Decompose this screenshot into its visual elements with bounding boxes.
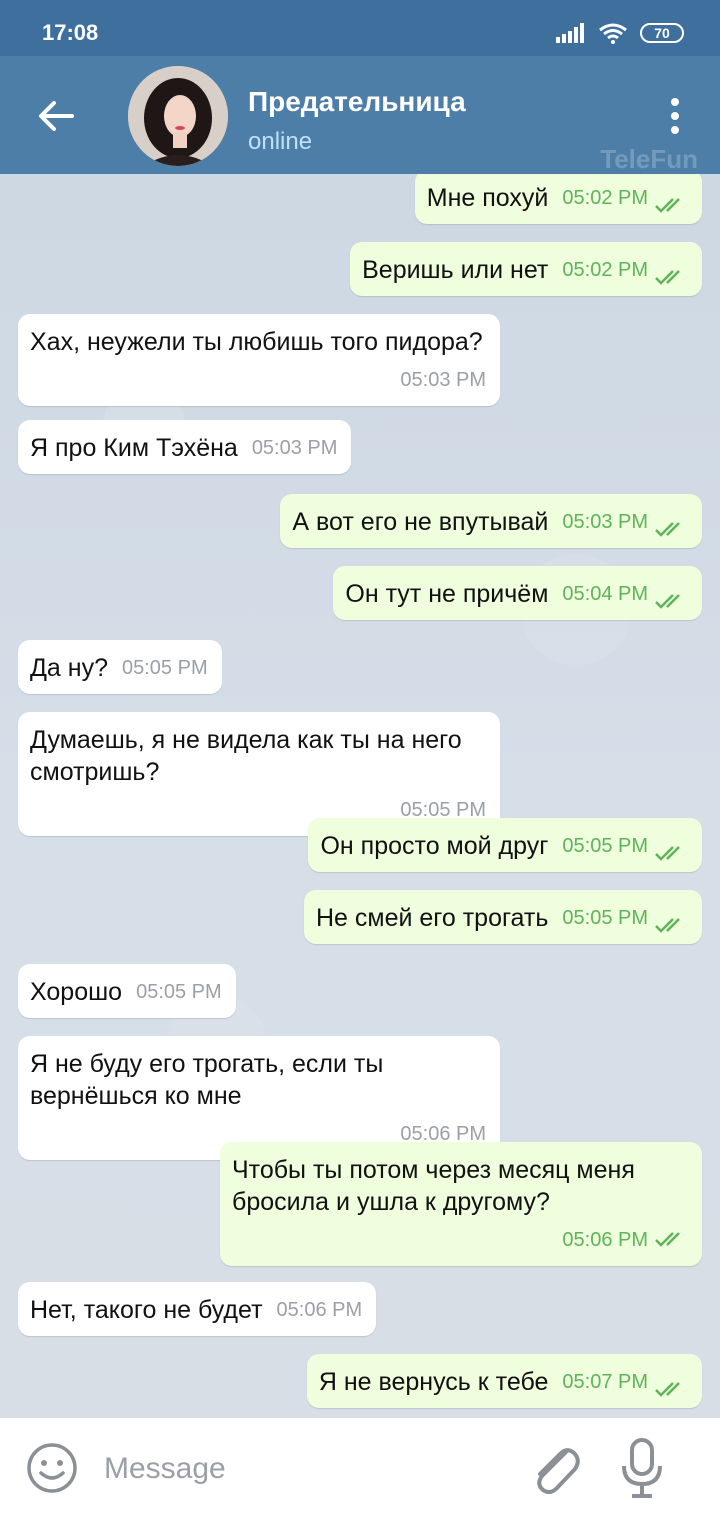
- message-bubble-outgoing[interactable]: Я не вернусь к тебе 05:07 PM: [306, 1354, 702, 1408]
- message-bubble-incoming[interactable]: Нет, такого не будет 05:06 PM: [18, 1282, 377, 1336]
- message-bubble-incoming[interactable]: Хах, неужели ты любишь того пидора? 05:0…: [18, 314, 500, 406]
- message-bubble-incoming[interactable]: Я про Ким Тэхёна 05:03 PM: [18, 420, 352, 474]
- message-bubble-outgoing[interactable]: Чтобы ты потом через месяц меня бросила …: [220, 1142, 702, 1266]
- message-time: 05:02 PM: [562, 259, 648, 281]
- status-icons: 70: [556, 22, 684, 44]
- signal-icon: [556, 23, 584, 43]
- message-time: 05:06 PM: [276, 1299, 363, 1321]
- message-input-bar: Message: [0, 1418, 720, 1520]
- message-text: Нет, такого не будет: [30, 1296, 263, 1324]
- message-list[interactable]: Мне похуй 05:02 PM Веришь или нет 05:02 PM…: [0, 174, 720, 1418]
- message-time: 05:04 PM: [562, 583, 648, 605]
- back-arrow-icon[interactable]: [34, 94, 78, 138]
- message-bubble-outgoing[interactable]: Он тут не причём 05:04 PM: [333, 566, 702, 620]
- online-status: online: [248, 128, 313, 155]
- double-check-icon: [655, 198, 680, 213]
- message-text: Я про Ким Тэхёна: [30, 434, 238, 462]
- status-time: 17:08: [42, 20, 99, 45]
- message-bubble-incoming[interactable]: Хорошо 05:05 PM: [18, 964, 236, 1018]
- double-check-icon: [655, 1232, 680, 1247]
- message-text: Веришь или нет: [362, 256, 549, 284]
- message-text: Я не буду его трогать, если ты вернёшься…: [30, 1050, 384, 1110]
- emoji-icon[interactable]: [26, 1442, 78, 1494]
- message-bubble-outgoing[interactable]: А вот его не впутывай 05:03 PM: [280, 494, 702, 548]
- message-time: 05:05 PM: [562, 835, 648, 857]
- message-text: Не смей его трогать: [316, 904, 549, 932]
- message-text: Думаешь, я не видела как ты на него смот…: [30, 726, 462, 786]
- message-text: Мне похуй: [426, 184, 549, 212]
- message-time: 05:07 PM: [562, 1371, 648, 1393]
- message-time: 05:05 PM: [136, 981, 222, 1003]
- message-bubble-outgoing[interactable]: Не смей его трогать 05:05 PM: [304, 890, 702, 944]
- attach-icon[interactable]: [526, 1438, 582, 1498]
- message-text: Я не вернусь к тебе: [318, 1368, 549, 1396]
- message-time: 05:05 PM: [122, 657, 208, 679]
- double-check-icon: [655, 1382, 680, 1397]
- message-time: 05:03 PM: [562, 511, 648, 533]
- double-check-icon: [655, 522, 680, 537]
- message-text: Он тут не причём: [345, 580, 549, 608]
- double-check-icon: [655, 594, 680, 609]
- double-check-icon: [655, 270, 680, 285]
- microphone-icon[interactable]: [618, 1438, 666, 1500]
- double-check-icon: [655, 918, 680, 933]
- battery-icon: 70: [640, 23, 684, 43]
- wifi-icon: [599, 23, 627, 44]
- message-text: А вот его не впутывай: [292, 508, 549, 536]
- message-time: 05:06 PM: [562, 1229, 648, 1251]
- message-text: Хах, неужели ты любишь того пидора?: [30, 328, 483, 356]
- message-bubble-outgoing[interactable]: Он просто мой друг 05:05 PM: [308, 818, 702, 872]
- message-text: Да ну?: [30, 654, 108, 682]
- message-time: 05:03 PM: [251, 437, 338, 459]
- chat-title[interactable]: Предательница: [248, 86, 466, 118]
- message-text: Он просто мой друг: [320, 832, 549, 860]
- message-input[interactable]: Message: [104, 1452, 226, 1486]
- message-time: 05:02 PM: [562, 187, 648, 209]
- double-check-icon: [655, 846, 680, 861]
- avatar[interactable]: [128, 66, 228, 166]
- status-bar: 17:08 70: [0, 0, 720, 56]
- message-bubble-outgoing[interactable]: Мне похуй 05:02 PM: [414, 174, 702, 224]
- message-bubble-incoming[interactable]: Да ну? 05:05 PM: [18, 640, 222, 694]
- chat-header: Предательница online TeleFun: [0, 56, 720, 174]
- message-text: Хорошо: [30, 978, 123, 1006]
- message-bubble-outgoing[interactable]: Веришь или нет 05:02 PM: [350, 242, 702, 296]
- more-menu-icon[interactable]: [660, 96, 690, 136]
- watermark: TeleFun: [600, 144, 698, 174]
- message-time: 05:05 PM: [562, 907, 648, 929]
- message-time: 05:03 PM: [400, 369, 486, 391]
- message-text: Чтобы ты потом через месяц меня бросила …: [232, 1156, 635, 1216]
